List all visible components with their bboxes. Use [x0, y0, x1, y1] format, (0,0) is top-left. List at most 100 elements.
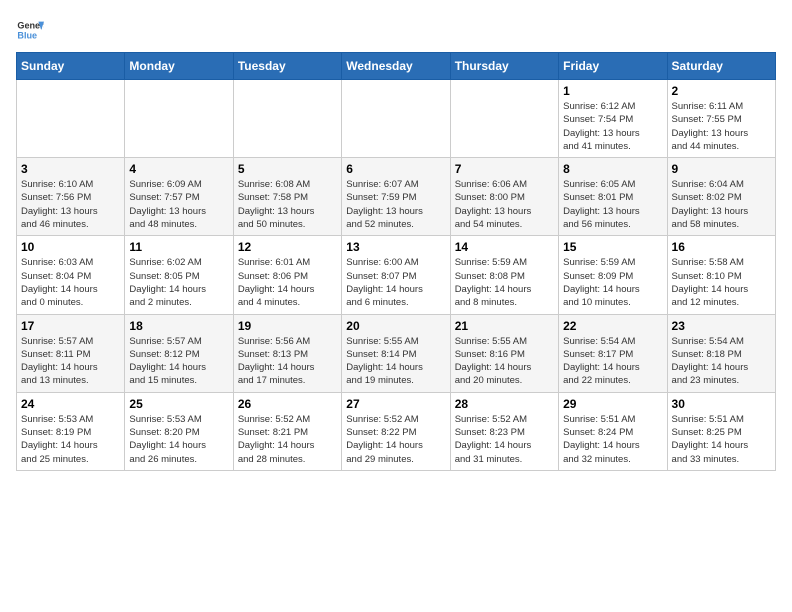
calendar-cell: 28 Sunrise: 5:52 AM Sunset: 8:23 PM Dayli… [450, 392, 558, 470]
day-number: 14 [455, 240, 554, 254]
calendar-week-4: 17 Sunrise: 5:57 AM Sunset: 8:11 PM Dayli… [17, 314, 776, 392]
calendar-cell: 16Sunrise: 5:58 AM Sunset: 8:10 PM Dayli… [667, 236, 775, 314]
calendar-cell [450, 80, 558, 158]
day-info: Sunrise: 6:08 AM Sunset: 7:58 PM Dayligh… [238, 178, 337, 231]
calendar-cell: 19 Sunrise: 5:56 AM Sunset: 8:13 PM Dayli… [233, 314, 341, 392]
day-number: 19 [238, 319, 337, 333]
day-number: 22 [563, 319, 662, 333]
calendar-cell: 21 Sunrise: 5:55 AM Sunset: 8:16 PM Dayli… [450, 314, 558, 392]
day-info: Sunrise: 5:53 AM Sunset: 8:20 PM Dayligh… [129, 413, 228, 466]
day-number: 4 [129, 162, 228, 176]
day-number: 17 [21, 319, 120, 333]
day-number: 25 [129, 397, 228, 411]
calendar-cell: 22 Sunrise: 5:54 AM Sunset: 8:17 PM Dayli… [559, 314, 667, 392]
day-number: 6 [346, 162, 445, 176]
calendar-week-2: 3 Sunrise: 6:10 AM Sunset: 7:56 PM Daylig… [17, 158, 776, 236]
day-info: Sunrise: 5:52 AM Sunset: 8:23 PM Dayligh… [455, 413, 554, 466]
day-info: Sunrise: 5:51 AM Sunset: 8:25 PM Dayligh… [672, 413, 771, 466]
day-number: 28 [455, 397, 554, 411]
day-number: 20 [346, 319, 445, 333]
day-info: Sunrise: 6:07 AM Sunset: 7:59 PM Dayligh… [346, 178, 445, 231]
calendar-cell: 15Sunrise: 5:59 AM Sunset: 8:09 PM Dayli… [559, 236, 667, 314]
page-header: General Blue [16, 16, 776, 44]
day-number: 21 [455, 319, 554, 333]
day-info: Sunrise: 6:01 AM Sunset: 8:06 PM Dayligh… [238, 256, 337, 309]
calendar-cell [342, 80, 450, 158]
column-header-wednesday: Wednesday [342, 53, 450, 80]
day-info: Sunrise: 6:04 AM Sunset: 8:02 PM Dayligh… [672, 178, 771, 231]
day-info: Sunrise: 6:06 AM Sunset: 8:00 PM Dayligh… [455, 178, 554, 231]
calendar-cell: 18Sunrise: 5:57 AM Sunset: 8:12 PM Dayli… [125, 314, 233, 392]
day-info: Sunrise: 6:10 AM Sunset: 7:56 PM Dayligh… [21, 178, 120, 231]
day-info: Sunrise: 5:57 AM Sunset: 8:11 PM Dayligh… [21, 335, 120, 388]
day-number: 2 [672, 84, 771, 98]
column-header-sunday: Sunday [17, 53, 125, 80]
calendar-cell: 17 Sunrise: 5:57 AM Sunset: 8:11 PM Dayli… [17, 314, 125, 392]
day-info: Sunrise: 5:54 AM Sunset: 8:17 PM Dayligh… [563, 335, 662, 388]
day-number: 1 [563, 84, 662, 98]
day-info: Sunrise: 5:52 AM Sunset: 8:21 PM Dayligh… [238, 413, 337, 466]
day-number: 27 [346, 397, 445, 411]
calendar-cell: 27Sunrise: 5:52 AM Sunset: 8:22 PM Dayli… [342, 392, 450, 470]
calendar-cell: 9 Sunrise: 6:04 AM Sunset: 8:02 PM Daylig… [667, 158, 775, 236]
calendar-cell: 24 Sunrise: 5:53 AM Sunset: 8:19 PM Dayli… [17, 392, 125, 470]
day-info: Sunrise: 5:59 AM Sunset: 8:08 PM Dayligh… [455, 256, 554, 309]
day-info: Sunrise: 5:54 AM Sunset: 8:18 PM Dayligh… [672, 335, 771, 388]
day-info: Sunrise: 6:12 AM Sunset: 7:54 PM Dayligh… [563, 100, 662, 153]
calendar-week-5: 24 Sunrise: 5:53 AM Sunset: 8:19 PM Dayli… [17, 392, 776, 470]
calendar-cell [233, 80, 341, 158]
day-number: 8 [563, 162, 662, 176]
calendar-cell: 1 Sunrise: 6:12 AM Sunset: 7:54 PM Daylig… [559, 80, 667, 158]
calendar-cell: 29Sunrise: 5:51 AM Sunset: 8:24 PM Dayli… [559, 392, 667, 470]
day-number: 15 [563, 240, 662, 254]
calendar-cell: 23 Sunrise: 5:54 AM Sunset: 8:18 PM Dayli… [667, 314, 775, 392]
day-info: Sunrise: 5:51 AM Sunset: 8:24 PM Dayligh… [563, 413, 662, 466]
calendar-cell: 7 Sunrise: 6:06 AM Sunset: 8:00 PM Daylig… [450, 158, 558, 236]
calendar-cell: 20 Sunrise: 5:55 AM Sunset: 8:14 PM Dayli… [342, 314, 450, 392]
day-number: 23 [672, 319, 771, 333]
calendar-cell: 2 Sunrise: 6:11 AM Sunset: 7:55 PM Daylig… [667, 80, 775, 158]
column-header-thursday: Thursday [450, 53, 558, 80]
calendar-cell [125, 80, 233, 158]
calendar-cell: 13Sunrise: 6:00 AM Sunset: 8:07 PM Dayli… [342, 236, 450, 314]
calendar-cell: 30Sunrise: 5:51 AM Sunset: 8:25 PM Dayli… [667, 392, 775, 470]
calendar-cell: 11Sunrise: 6:02 AM Sunset: 8:05 PM Dayli… [125, 236, 233, 314]
day-number: 12 [238, 240, 337, 254]
day-info: Sunrise: 6:05 AM Sunset: 8:01 PM Dayligh… [563, 178, 662, 231]
logo: General Blue [16, 16, 44, 44]
svg-text:Blue: Blue [17, 30, 37, 40]
day-info: Sunrise: 6:00 AM Sunset: 8:07 PM Dayligh… [346, 256, 445, 309]
calendar-cell: 6 Sunrise: 6:07 AM Sunset: 7:59 PM Daylig… [342, 158, 450, 236]
day-number: 16 [672, 240, 771, 254]
column-header-monday: Monday [125, 53, 233, 80]
calendar-cell: 10 Sunrise: 6:03 AM Sunset: 8:04 PM Dayli… [17, 236, 125, 314]
calendar-cell: 26 Sunrise: 5:52 AM Sunset: 8:21 PM Dayli… [233, 392, 341, 470]
day-info: Sunrise: 6:11 AM Sunset: 7:55 PM Dayligh… [672, 100, 771, 153]
calendar-cell: 5 Sunrise: 6:08 AM Sunset: 7:58 PM Daylig… [233, 158, 341, 236]
calendar-table: SundayMondayTuesdayWednesdayThursdayFrid… [16, 52, 776, 471]
day-number: 3 [21, 162, 120, 176]
day-number: 5 [238, 162, 337, 176]
calendar-week-1: 1 Sunrise: 6:12 AM Sunset: 7:54 PM Daylig… [17, 80, 776, 158]
column-header-friday: Friday [559, 53, 667, 80]
day-info: Sunrise: 5:55 AM Sunset: 8:14 PM Dayligh… [346, 335, 445, 388]
day-number: 7 [455, 162, 554, 176]
calendar-cell [17, 80, 125, 158]
day-number: 10 [21, 240, 120, 254]
day-info: Sunrise: 6:03 AM Sunset: 8:04 PM Dayligh… [21, 256, 120, 309]
day-info: Sunrise: 5:53 AM Sunset: 8:19 PM Dayligh… [21, 413, 120, 466]
calendar-cell: 12 Sunrise: 6:01 AM Sunset: 8:06 PM Dayli… [233, 236, 341, 314]
logo-icon: General Blue [16, 16, 44, 44]
day-number: 9 [672, 162, 771, 176]
calendar-week-3: 10 Sunrise: 6:03 AM Sunset: 8:04 PM Dayli… [17, 236, 776, 314]
calendar-cell: 3 Sunrise: 6:10 AM Sunset: 7:56 PM Daylig… [17, 158, 125, 236]
day-number: 11 [129, 240, 228, 254]
calendar-cell: 8 Sunrise: 6:05 AM Sunset: 8:01 PM Daylig… [559, 158, 667, 236]
column-header-tuesday: Tuesday [233, 53, 341, 80]
day-info: Sunrise: 5:56 AM Sunset: 8:13 PM Dayligh… [238, 335, 337, 388]
day-number: 24 [21, 397, 120, 411]
calendar-header-row: SundayMondayTuesdayWednesdayThursdayFrid… [17, 53, 776, 80]
day-info: Sunrise: 5:55 AM Sunset: 8:16 PM Dayligh… [455, 335, 554, 388]
column-header-saturday: Saturday [667, 53, 775, 80]
day-number: 26 [238, 397, 337, 411]
